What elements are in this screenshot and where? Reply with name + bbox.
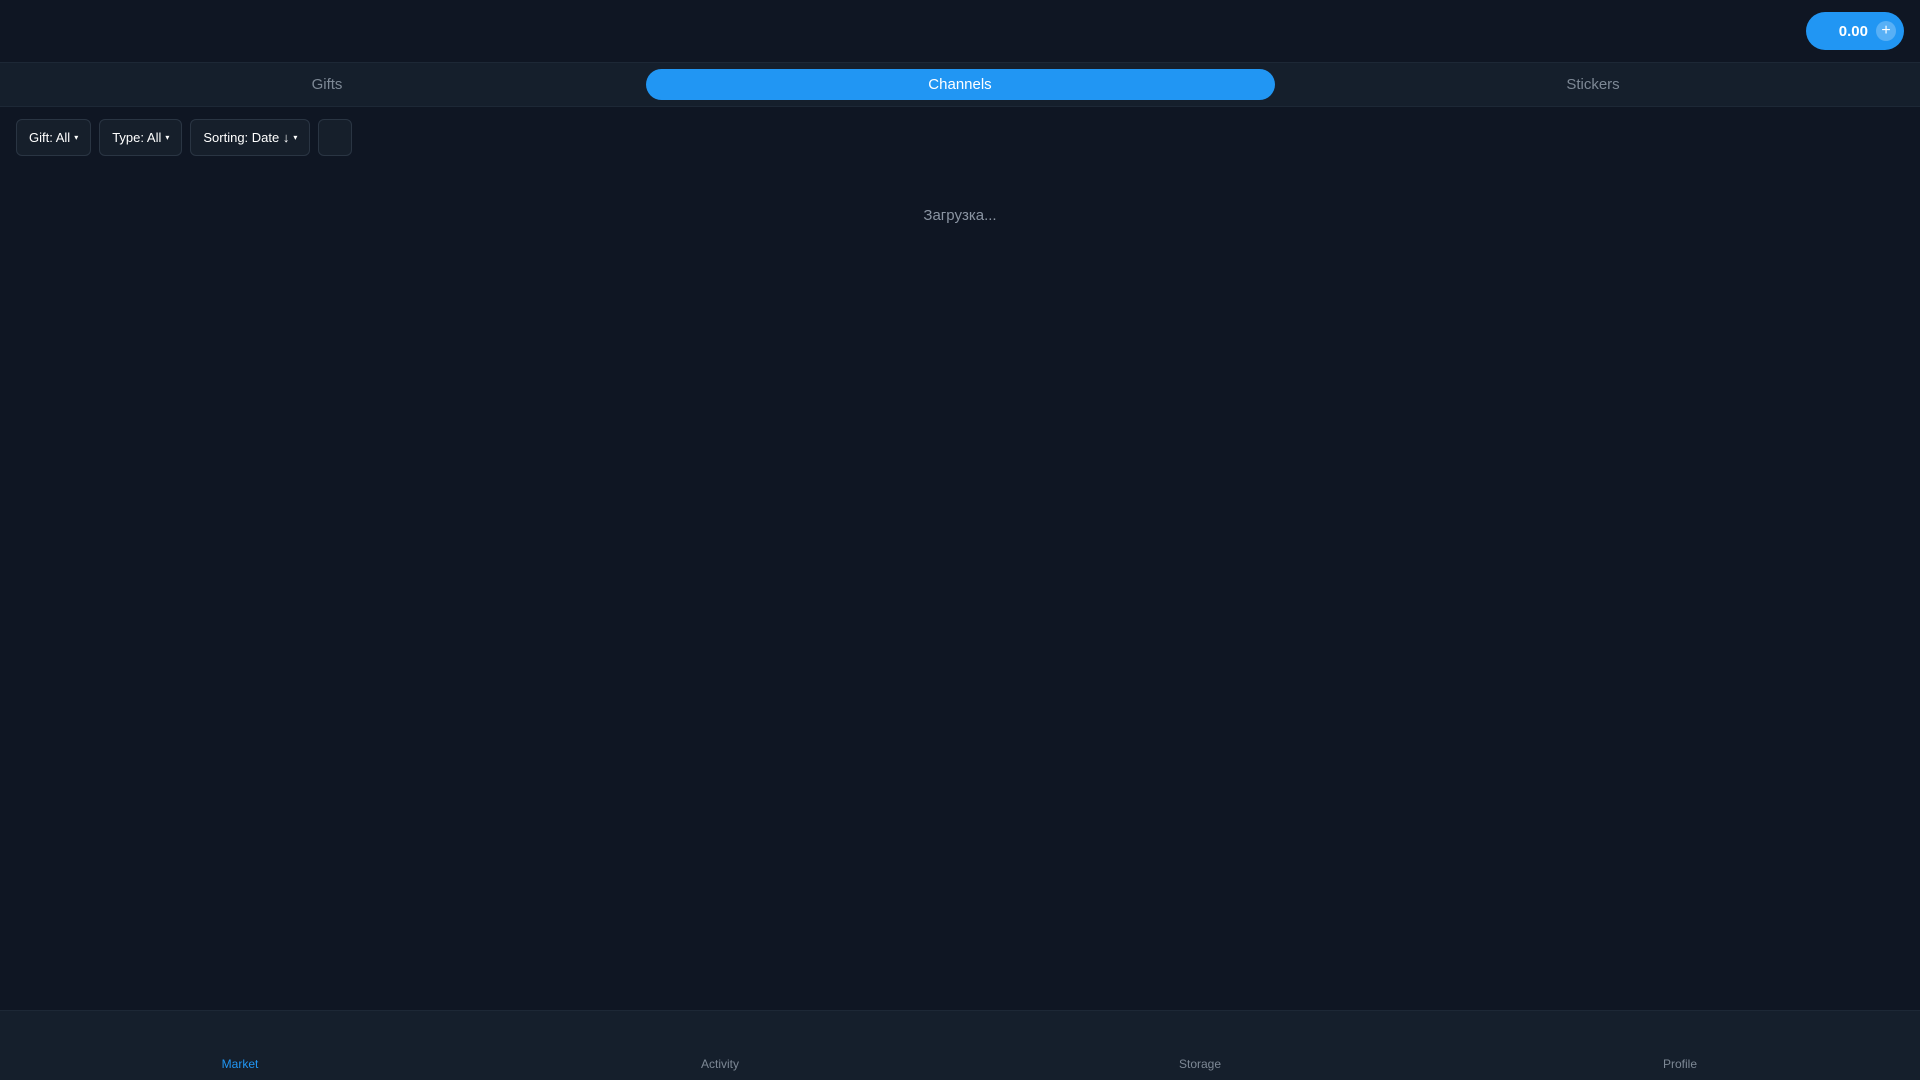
sorting-label: Sorting: Date ↓	[203, 130, 290, 145]
balance-value: 0.00	[1838, 22, 1868, 40]
category-tabs: Gifts Channels Stickers	[0, 62, 1920, 107]
type-filter-label: Type: All	[112, 130, 162, 145]
nav-activity[interactable]: Activity	[480, 1011, 960, 1080]
type-filter-dropdown[interactable]: Type: All ▾	[99, 119, 183, 156]
nav-profile[interactable]: Profile	[1440, 1011, 1920, 1080]
nav-market[interactable]: Market	[0, 1011, 480, 1080]
add-funds-icon[interactable]: +	[1876, 21, 1896, 41]
loading-indicator: Загрузка...	[923, 207, 997, 224]
filter-bar: Gift: All ▾ Type: All ▾ Sorting: Date ↓ …	[16, 119, 353, 156]
tab-stickers[interactable]: Stickers	[1279, 69, 1908, 100]
chevron-down-icon: ▾	[74, 133, 79, 142]
bottom-navigation: Market Activity Storage Profile	[0, 1010, 1920, 1080]
nav-storage[interactable]: Storage	[960, 1011, 1440, 1080]
chevron-down-icon: ▾	[165, 133, 170, 142]
sorting-dropdown[interactable]: Sorting: Date ↓ ▾	[190, 119, 311, 156]
tab-channels[interactable]: Channels	[645, 69, 1275, 100]
gift-filter-dropdown[interactable]: Gift: All ▾	[16, 119, 92, 156]
top-bar: 0.00 +	[0, 0, 1920, 62]
extra-filter-button[interactable]	[318, 119, 353, 156]
balance-button[interactable]: 0.00 +	[1806, 12, 1904, 50]
gift-filter-label: Gift: All	[29, 130, 71, 145]
chevron-down-icon: ▾	[293, 133, 298, 142]
tab-gifts[interactable]: Gifts	[13, 69, 642, 100]
